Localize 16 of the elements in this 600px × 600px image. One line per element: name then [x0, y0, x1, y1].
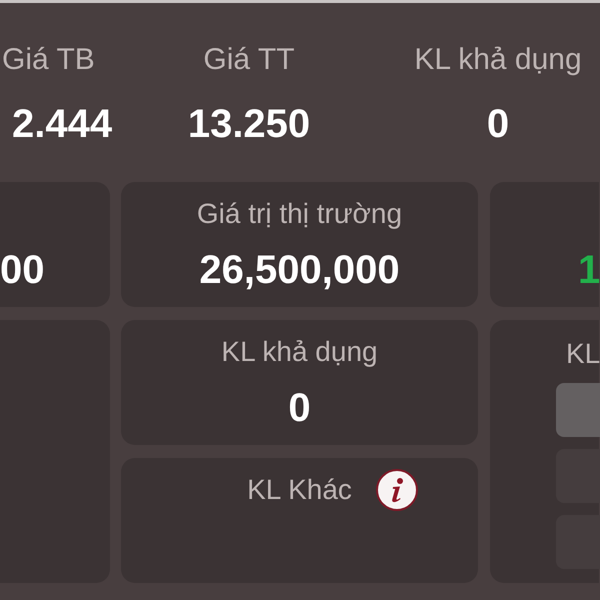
stat-value: 13.250 — [188, 101, 310, 148]
card-value: 0 — [288, 385, 311, 432]
card-label: Giá trị thị trường — [196, 197, 402, 231]
stat-label: KL khả dụng — [414, 42, 582, 78]
stat-value: 0 — [486, 101, 510, 148]
stat-value: 2.444 — [12, 101, 112, 148]
info-icon[interactable] — [376, 469, 418, 511]
stat-label: Giá TB — [2, 42, 95, 78]
card-value: 1 — [578, 247, 600, 294]
card-label: KL khả dụng — [221, 335, 378, 369]
card-value: 00 — [0, 247, 44, 294]
stat-label: Giá TT — [203, 42, 295, 78]
card-label: KL — [566, 337, 600, 371]
option-tile[interactable] — [556, 383, 600, 437]
card-value: 26,500,000 — [199, 247, 400, 294]
card-label: KL Khác — [247, 473, 352, 507]
